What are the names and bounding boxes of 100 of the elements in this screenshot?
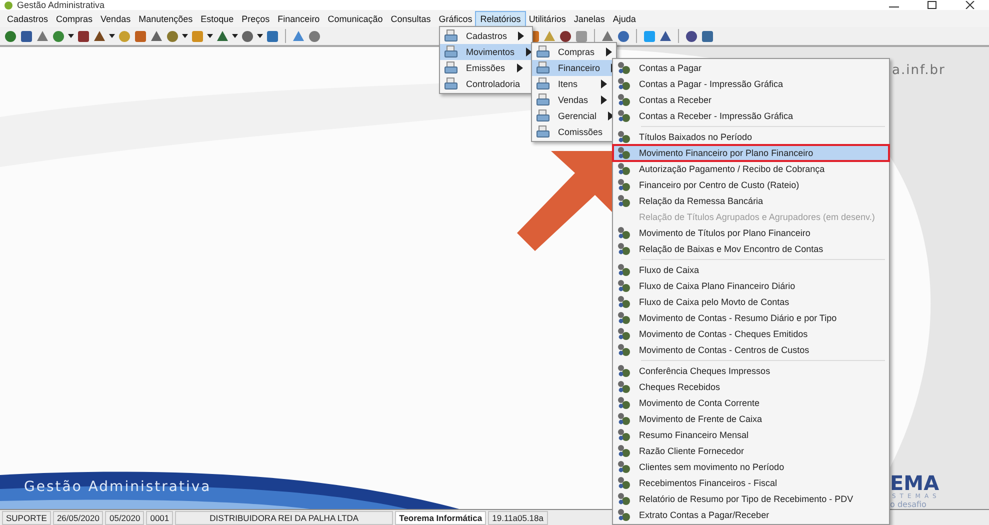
menu-bar-item[interactable]: Manutenções — [134, 12, 197, 26]
menu-bar-item[interactable]: Gráficos — [434, 12, 476, 26]
menu-item[interactable]: Extrato Contas a Pagar/Receber — [613, 507, 889, 523]
dropdown-caret-icon[interactable] — [182, 33, 188, 39]
dropdown-caret-icon[interactable] — [68, 33, 74, 39]
menu-item[interactable]: Compras — [532, 44, 616, 60]
printer-icon — [536, 93, 550, 107]
maximize-icon[interactable] — [927, 1, 937, 9]
printer-icon — [444, 77, 458, 91]
menu-bar-item[interactable]: Financeiro — [274, 12, 324, 26]
menu-item[interactable]: Cheques Recebidos — [613, 379, 889, 395]
toolbar-icon[interactable] — [241, 30, 254, 42]
coins-icon — [617, 311, 631, 325]
menu-item[interactable]: Financeiro por Centro de Custo (Rateio) — [613, 177, 889, 193]
toolbar-icon[interactable] — [659, 30, 672, 42]
dropdown-caret-icon[interactable] — [207, 33, 213, 39]
menu-item[interactable]: Relatório de Resumo por Tipo de Recebimento - PDV — [613, 491, 889, 507]
coins-icon — [617, 444, 631, 458]
menu-item[interactable]: Movimento de Conta Corrente — [613, 395, 889, 411]
menu-item[interactable]: Contas a Pagar - Impressão Gráfica — [613, 76, 889, 92]
menu-bar-item[interactable]: Vendas — [96, 12, 135, 26]
menu-item[interactable]: Relação da Remessa Bancária — [613, 193, 889, 209]
menu-bar-item[interactable]: Comunicação — [324, 12, 387, 26]
menu-bar-item[interactable]: Estoque — [196, 12, 238, 26]
coins-icon — [617, 508, 631, 522]
toolbar-icon[interactable] — [36, 30, 49, 42]
toolbar-icon[interactable] — [20, 30, 33, 42]
toolbar-icon[interactable] — [701, 30, 714, 42]
menu-item[interactable]: Contas a Receber — [613, 92, 889, 108]
toolbar-icon[interactable] — [4, 30, 17, 42]
coins-icon — [617, 109, 631, 123]
menu-bar-item[interactable]: Preços — [238, 12, 274, 26]
coins-icon — [617, 279, 631, 293]
menu-item[interactable]: Títulos Baixados no Período — [613, 129, 889, 145]
menu-bar-item[interactable]: Ajuda — [608, 12, 640, 26]
printer-icon — [444, 61, 458, 75]
toolbar-icon[interactable] — [308, 30, 321, 42]
coins-icon — [617, 93, 631, 107]
coins-icon — [617, 295, 631, 309]
menu-item[interactable]: Movimento Financeiro por Plano Financeiro — [613, 145, 889, 161]
toolbar-icon[interactable] — [617, 30, 630, 42]
menu-item[interactable]: Clientes sem movimento no Período — [613, 459, 889, 475]
coins-icon — [617, 263, 631, 277]
menu-item[interactable]: Conferência Cheques Impressos — [613, 363, 889, 379]
menu-item[interactable]: Gerencial — [532, 108, 616, 124]
menu-item[interactable]: Emissões — [440, 60, 532, 76]
menu-item[interactable]: Movimento de Frente de Caixa — [613, 411, 889, 427]
coins-icon — [617, 194, 631, 208]
banner-title: Gestão Administrativa — [24, 479, 212, 495]
coins-icon — [617, 327, 631, 341]
coins-icon — [617, 460, 631, 474]
menu-item[interactable]: Autorização Pagamento / Recibo de Cobrança — [613, 161, 889, 177]
close-icon[interactable] — [965, 1, 975, 9]
menu-item[interactable]: Cadastros — [440, 28, 532, 44]
toolbar-icon[interactable] — [150, 30, 163, 42]
menu-item[interactable]: Resumo Financeiro Mensal — [613, 427, 889, 443]
menu-item[interactable]: Fluxo de Caixa Plano Financeiro Diário — [613, 278, 889, 294]
coins-icon — [617, 476, 631, 490]
menu-item[interactable]: Fluxo de Caixa pelo Movto de Contas — [613, 294, 889, 310]
menu-item[interactable]: Itens — [532, 76, 616, 92]
logo-url-text: a.inf.br — [892, 63, 946, 78]
menu-item[interactable]: Relação de Baixas e Mov Encontro de Contas — [613, 241, 889, 257]
toolbar-icon[interactable] — [266, 30, 279, 42]
toolbar-icon[interactable] — [77, 30, 90, 42]
dropdown-caret-icon[interactable] — [109, 33, 115, 39]
toolbar-icon[interactable] — [559, 30, 572, 42]
menu-bar-item[interactable]: Janelas — [570, 12, 609, 26]
menu-bar-item[interactable]: Utilitários — [524, 12, 570, 26]
printer-icon — [536, 61, 550, 75]
menu-item[interactable]: Recebimentos Financeiros - Fiscal — [613, 475, 889, 491]
toolbar-icon[interactable] — [52, 30, 65, 42]
menu-item[interactable]: Vendas — [532, 92, 616, 108]
coins-icon — [617, 242, 631, 256]
toolbar-icon[interactable] — [216, 30, 229, 42]
menu-item[interactable]: Razão Cliente Fornecedor — [613, 443, 889, 459]
printer-icon — [536, 77, 550, 91]
menu-item[interactable]: Movimento de Contas - Resumo Diário e por Tipo — [613, 310, 889, 326]
status-bar-cell: 0001 — [146, 510, 174, 524]
menu-item[interactable]: Movimento de Contas - Centros de Custos — [613, 342, 889, 358]
coins-icon — [617, 226, 631, 240]
menu-item[interactable]: Contas a Receber - Impressão Gráfica — [613, 108, 889, 124]
menu-item[interactable]: Fluxo de Caixa — [613, 262, 889, 278]
status-bar-cell: DISTRIBUIDORA REI DA PALHA LTDA — [175, 510, 394, 524]
menu-item[interactable]: Movimento de Títulos por Plano Financeiro — [613, 225, 889, 241]
coins-icon — [617, 178, 631, 192]
dropdown-caret-icon[interactable] — [257, 33, 263, 39]
toolbar-icon[interactable] — [134, 30, 147, 42]
menu-item[interactable]: Movimentos — [440, 44, 532, 60]
menu-item[interactable]: Contas a Pagar — [613, 60, 889, 76]
menu-bar-item[interactable]: Relatórios — [476, 12, 525, 26]
toolbar-icon[interactable] — [166, 30, 179, 42]
menu-bar-item[interactable]: Cadastros — [3, 12, 52, 26]
menu-bar-item[interactable]: Consultas — [386, 12, 435, 26]
dropdown-caret-icon[interactable] — [232, 33, 238, 39]
coins-icon — [617, 396, 631, 410]
toolbar-icon[interactable] — [93, 30, 106, 42]
coins-icon — [617, 492, 631, 506]
menu-bar-item[interactable]: Compras — [52, 12, 97, 26]
menu-item[interactable]: Movimento de Contas - Cheques Emitidos — [613, 326, 889, 342]
toolbar-icon[interactable] — [685, 30, 698, 42]
